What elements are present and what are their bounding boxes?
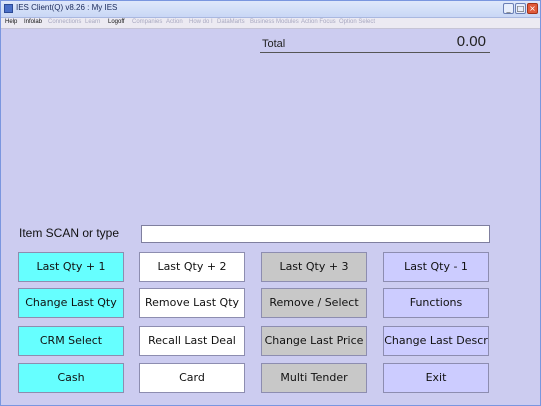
cash-button[interactable]: Cash xyxy=(18,363,124,393)
menu-business-modules: Business Modules xyxy=(250,19,299,25)
menu-logoff[interactable]: Logoff xyxy=(108,19,125,25)
menu-infolab[interactable]: Infolab xyxy=(24,19,42,25)
close-button[interactable]: × xyxy=(527,3,538,14)
remove-last-qty-button[interactable]: Remove Last Qty xyxy=(139,288,245,318)
menu-help[interactable]: Help xyxy=(5,19,17,25)
last-qty-plus-1-button[interactable]: Last Qty + 1 xyxy=(18,252,124,282)
recall-last-deal-button[interactable]: Recall Last Deal xyxy=(139,326,245,356)
card-button[interactable]: Card xyxy=(139,363,245,393)
crm-select-button[interactable]: CRM Select xyxy=(18,326,124,356)
total-divider xyxy=(260,52,490,53)
menu-option-select: Option Select xyxy=(339,19,376,25)
window-title: IES Client(Q) v8.26 : My IES xyxy=(16,3,118,12)
last-qty-minus-1-button[interactable]: Last Qty - 1 xyxy=(383,252,489,282)
app-icon xyxy=(4,4,13,13)
change-last-price-button[interactable]: Change Last Price xyxy=(261,326,367,356)
menu-action: Action xyxy=(166,19,183,25)
item-scan-label: Item SCAN or type xyxy=(19,226,120,240)
item-scan-input[interactable] xyxy=(141,225,490,243)
pos-window: IES Client(Q) v8.26 : My IES _ □ × Help … xyxy=(0,0,541,406)
multi-tender-button[interactable]: Multi Tender xyxy=(261,363,367,393)
title-bar[interactable]: IES Client(Q) v8.26 : My IES _ □ × xyxy=(1,1,540,18)
maximize-button[interactable]: □ xyxy=(515,3,526,14)
last-qty-plus-3-button[interactable]: Last Qty + 3 xyxy=(261,252,367,282)
menu-action-focus: Action Focus xyxy=(301,19,336,25)
last-qty-plus-2-button[interactable]: Last Qty + 2 xyxy=(139,252,245,282)
exit-button[interactable]: Exit xyxy=(383,363,489,393)
change-last-qty-button[interactable]: Change Last Qty xyxy=(18,288,124,318)
change-last-descr-button[interactable]: Change Last Descr xyxy=(383,326,489,356)
functions-button[interactable]: Functions xyxy=(383,288,489,318)
menu-learn: Learn xyxy=(85,19,101,25)
menu-companies: Companies xyxy=(132,19,163,25)
remove-select-button[interactable]: Remove / Select xyxy=(261,288,367,318)
total-label: Total xyxy=(262,38,286,50)
menu-bar: Help Infolab Connections Learn Logoff Co… xyxy=(1,18,540,29)
total-value: 0.00 xyxy=(456,33,486,50)
minimize-button[interactable]: _ xyxy=(503,3,514,14)
menu-datamarts: DataMarts xyxy=(217,19,245,25)
menu-connections: Connections xyxy=(48,19,82,25)
menu-how-do-i: How do I xyxy=(189,19,213,25)
